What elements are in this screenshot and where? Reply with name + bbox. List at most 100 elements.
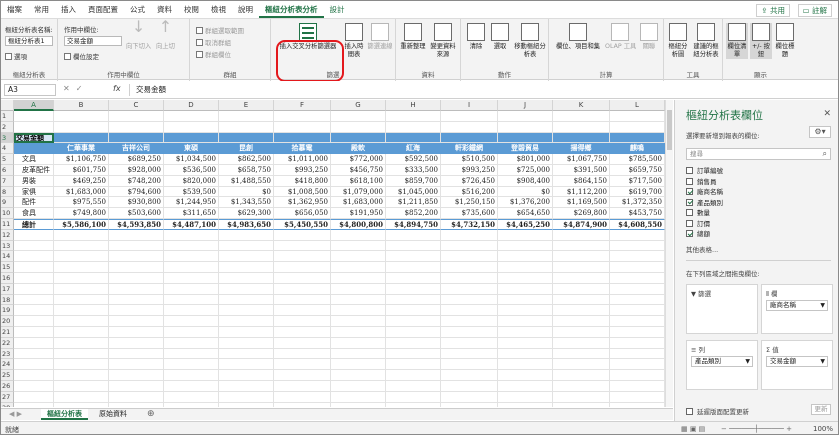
pivot-row-label[interactable]: 食具	[14, 208, 54, 219]
pivot-value-cell[interactable]: $618,100	[331, 175, 386, 187]
column-header[interactable]: J	[498, 100, 553, 111]
drill-up-button[interactable]: ↑ 向上切	[156, 19, 175, 51]
cell[interactable]	[441, 262, 498, 273]
cell[interactable]	[164, 305, 219, 317]
plus-minus-toggle[interactable]: +/- 按鈕	[750, 23, 772, 59]
pivot-value-cell[interactable]: $794,600	[109, 186, 164, 198]
cell[interactable]	[164, 121, 219, 133]
cell[interactable]	[386, 391, 441, 403]
field-search-input[interactable]: 搜尋 ⌕	[686, 148, 831, 160]
row-header[interactable]: 22	[1, 337, 14, 349]
cell[interactable]	[14, 326, 54, 338]
select-button[interactable]: 選取	[489, 23, 511, 51]
pivot-value-cell[interactable]: $1,112,200	[553, 186, 610, 198]
row-header[interactable]: 25	[1, 370, 14, 381]
cell[interactable]	[274, 326, 331, 338]
cell[interactable]	[610, 316, 665, 327]
row-header[interactable]: 24	[1, 359, 14, 371]
pivot-value-cell[interactable]: $852,200	[386, 208, 441, 219]
checkbox-icon[interactable]	[686, 230, 693, 237]
pivot-value-cell[interactable]: $1,683,000	[54, 186, 109, 198]
tab-2[interactable]: 插入	[55, 1, 82, 18]
more-tables-link[interactable]: 其他表格...	[686, 244, 718, 254]
cell[interactable]	[109, 272, 164, 284]
recommended-pivot-button[interactable]: 建議的樞紐分析表	[691, 23, 721, 59]
row-header[interactable]: 13	[1, 240, 14, 252]
cell[interactable]	[54, 132, 109, 144]
cell[interactable]	[219, 251, 274, 263]
chevron-down-icon[interactable]: ▼	[745, 357, 750, 366]
row-header[interactable]: 12	[1, 229, 14, 241]
pivot-value-cell[interactable]: $456,750	[331, 164, 386, 176]
tab-3[interactable]: 頁面配置	[82, 1, 124, 18]
share-button[interactable]: ⇪ 共用	[756, 4, 790, 17]
pivot-value-cell[interactable]: $725,000	[498, 164, 553, 176]
cell[interactable]	[610, 380, 665, 392]
cell[interactable]	[498, 359, 553, 371]
cell[interactable]	[331, 380, 386, 392]
row-header[interactable]: 28	[1, 402, 14, 407]
cell[interactable]	[441, 391, 498, 403]
cell[interactable]	[441, 359, 498, 371]
pivot-row-label[interactable]: 家俱	[14, 186, 54, 198]
column-header[interactable]: K	[553, 100, 610, 111]
chevron-down-icon[interactable]: ▼	[820, 357, 825, 366]
pivot-value-cell[interactable]: $391,500	[553, 164, 610, 176]
cell[interactable]	[274, 348, 331, 360]
pivot-header-cell[interactable]: 拾慕電	[274, 143, 331, 155]
cell[interactable]	[610, 359, 665, 371]
pivot-value-cell[interactable]: $4,874,900	[553, 218, 610, 230]
cell[interactable]	[109, 305, 164, 317]
cell[interactable]	[219, 402, 274, 407]
cell[interactable]	[219, 326, 274, 338]
cell[interactable]	[331, 251, 386, 263]
cell[interactable]	[274, 111, 331, 122]
cell[interactable]	[164, 229, 219, 241]
cell[interactable]	[331, 272, 386, 284]
pivot-value-cell[interactable]: $1,376,200	[498, 197, 553, 209]
cell[interactable]	[109, 370, 164, 381]
drill-down-button[interactable]: ↓ 向下切入	[126, 19, 151, 51]
cell[interactable]	[274, 402, 331, 407]
cell[interactable]	[109, 132, 164, 144]
pivot-value-cell[interactable]: $864,150	[553, 175, 610, 187]
cell[interactable]	[386, 240, 441, 252]
sheet-tab-pivot[interactable]: 樞紐分析表	[41, 409, 88, 420]
cell[interactable]	[274, 121, 331, 133]
cell[interactable]	[164, 294, 219, 306]
cell[interactable]	[219, 272, 274, 284]
cell[interactable]	[498, 380, 553, 392]
cell[interactable]	[498, 348, 553, 360]
cell[interactable]	[331, 262, 386, 273]
pivot-value-cell[interactable]: $993,250	[274, 164, 331, 176]
cell[interactable]	[553, 305, 610, 317]
cell[interactable]	[14, 380, 54, 392]
pivot-header-cell[interactable]: 麒鳴	[610, 143, 665, 155]
pivot-row-label[interactable]: 配件	[14, 197, 54, 209]
cell[interactable]	[610, 262, 665, 273]
cell[interactable]	[219, 294, 274, 306]
column-header[interactable]: D	[164, 100, 219, 111]
cell[interactable]	[164, 326, 219, 338]
pivot-header-cell[interactable]: 揚得鄉	[553, 143, 610, 155]
cell[interactable]	[386, 132, 441, 144]
cell[interactable]	[553, 132, 610, 144]
cell[interactable]	[164, 251, 219, 263]
cell[interactable]	[54, 294, 109, 306]
name-box[interactable]: A3	[4, 84, 56, 96]
cell[interactable]	[386, 316, 441, 327]
cell[interactable]	[219, 305, 274, 317]
cell[interactable]	[610, 294, 665, 306]
move-pivot-button[interactable]: 移動樞紐分析表	[513, 23, 547, 59]
cell[interactable]	[54, 305, 109, 317]
cell[interactable]	[274, 305, 331, 317]
cell[interactable]	[54, 229, 109, 241]
cell[interactable]	[331, 359, 386, 371]
pivot-value-cell[interactable]: $1,372,350	[610, 197, 665, 209]
cell[interactable]	[54, 251, 109, 263]
cell[interactable]	[386, 272, 441, 284]
cell[interactable]	[498, 316, 553, 327]
cell[interactable]	[610, 402, 665, 407]
pivot-value-cell[interactable]: $4,983,650	[219, 218, 274, 230]
cell[interactable]	[219, 337, 274, 349]
